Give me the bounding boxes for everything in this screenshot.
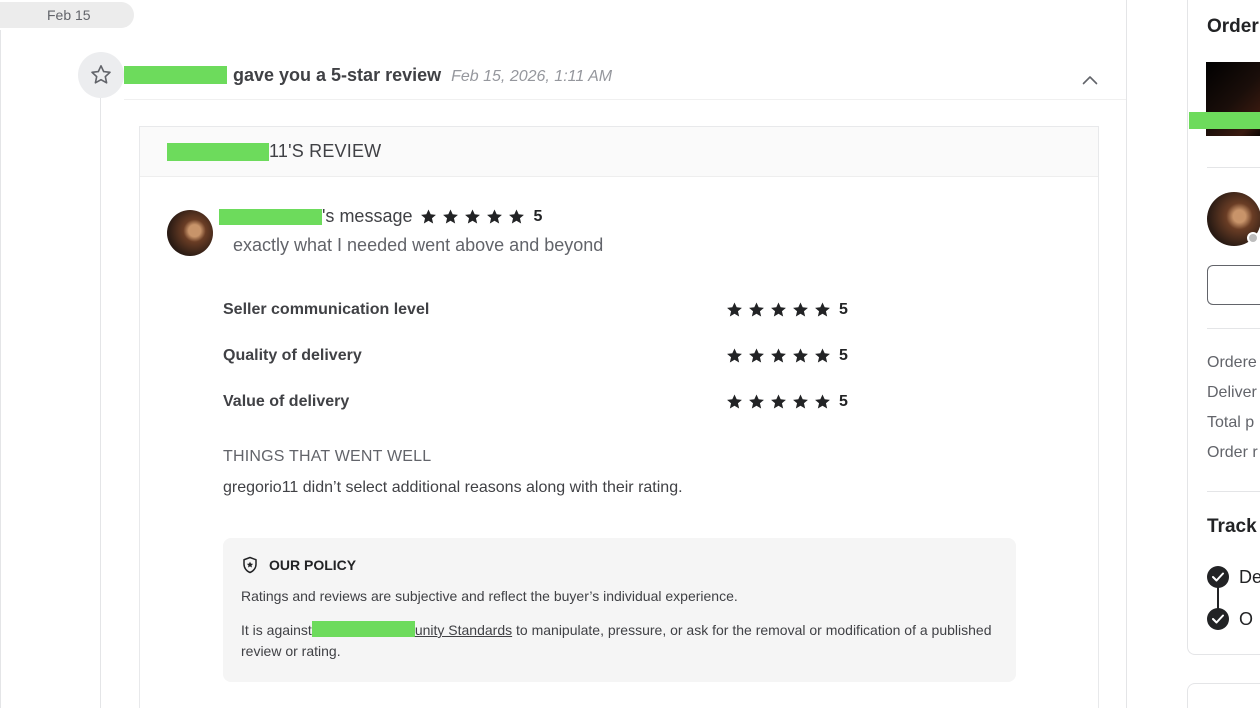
star-filled-icon [793, 394, 808, 409]
policy-title: OUR POLICY [269, 557, 357, 573]
star-filled-icon [465, 209, 481, 223]
review-message: exactly what I needed went above and bey… [233, 235, 604, 255]
star-filled-icon [727, 348, 742, 363]
redacted-text [311, 621, 415, 637]
rating-row-communication: Seller communication level 5 [223, 298, 863, 322]
chevron-up-icon[interactable] [1080, 70, 1100, 90]
redacted-username [167, 142, 269, 161]
rating-score: 5 [839, 393, 848, 410]
star-filled-icon [793, 302, 808, 317]
star-filled-icon [815, 348, 830, 363]
event-title: gave you a 5-star review Feb 15, 2026, 1… [124, 63, 612, 86]
track-step-label: O [1239, 608, 1254, 629]
track-step-delivered: De [1207, 566, 1260, 588]
sidebar-divider [1207, 167, 1260, 168]
star-filled-icon [793, 348, 808, 363]
event-connector-line [100, 98, 101, 708]
redacted-text [1189, 112, 1260, 129]
order-field-ordered: Ordere [1207, 354, 1257, 371]
sidebar-card [1187, 683, 1260, 708]
order-field-number: Order r [1207, 444, 1258, 461]
check-circle-icon [1207, 566, 1229, 588]
rating-label: Value of delivery [223, 393, 350, 410]
check-circle-icon [1207, 608, 1229, 630]
rating-label: Seller communication level [223, 301, 430, 318]
message-label: 's message [322, 206, 413, 226]
policy-box: OUR POLICY Ratings and reviews are subje… [223, 538, 1016, 682]
order-title: Order [1207, 16, 1259, 37]
rating-row-value: Value of delivery 5 [223, 390, 863, 414]
shield-star-icon [243, 556, 257, 574]
star-filled-icon [749, 302, 764, 317]
went-well-title: THINGS THAT WENT WELL [223, 448, 432, 465]
rating-row-quality: Quality of delivery 5 [223, 344, 863, 368]
community-standards-link[interactable]: unity Standards [415, 622, 512, 638]
event-timestamp: Feb 15, 2026, 1:11 AM [451, 68, 613, 85]
star-filled-icon [509, 209, 525, 223]
status-dot [1247, 232, 1259, 244]
star-filled-icon [815, 302, 830, 317]
star-filled-icon [815, 394, 830, 409]
star-filled-icon [749, 394, 764, 409]
event-divider [124, 99, 1126, 100]
date-pill: Feb 15 [0, 2, 134, 28]
sidebar-divider [1207, 328, 1260, 329]
rating-label: Quality of delivery [223, 347, 362, 364]
track-title: Track [1207, 516, 1257, 537]
star-filled-icon [421, 209, 437, 223]
star-filled-icon [771, 302, 786, 317]
rating-score: 5 [839, 347, 848, 364]
star-filled-icon [771, 348, 786, 363]
buyer-message-header: 's message 5 [219, 206, 542, 227]
review-notification-page: Feb 15 gave you a 5-star review Feb 15, … [0, 0, 1260, 708]
policy-line-1: Ratings and reviews are subjective and r… [241, 588, 738, 604]
overall-score: 5 [533, 207, 543, 225]
order-field-total: Total p [1207, 414, 1255, 431]
redacted-username [219, 208, 322, 225]
policy-line-2-prefix: It is against [241, 622, 312, 638]
went-well-body: gregorio11 didn’t select additional reas… [223, 479, 683, 496]
order-field-delivery: Deliver [1207, 384, 1257, 401]
redacted-username [124, 66, 227, 84]
buyer-avatar[interactable] [167, 210, 213, 256]
track-step-order: O [1207, 608, 1253, 630]
panel-divider [1126, 0, 1127, 708]
rating-stars: 5 [725, 347, 848, 365]
review-card-title: 11'S REVIEW [269, 141, 382, 161]
star-filled-icon [771, 394, 786, 409]
track-step-label: De [1239, 566, 1260, 587]
policy-header: OUR POLICY [241, 556, 998, 574]
overall-stars: 5 [419, 208, 542, 226]
timeline-rule [0, 30, 1, 708]
rating-stars: 5 [725, 301, 848, 319]
star-filled-icon [727, 394, 742, 409]
rating-score: 5 [839, 301, 848, 318]
star-filled-icon [487, 209, 503, 223]
star-filled-icon [749, 348, 764, 363]
review-card: 11'S REVIEW 's message 5 exactly what I … [139, 126, 1099, 708]
star-outline-icon [78, 52, 124, 98]
review-card-header: 11'S REVIEW [140, 127, 1098, 177]
sidebar-button[interactable] [1207, 265, 1260, 305]
event-title-text: gave you a 5-star review [233, 65, 442, 85]
track-connector [1217, 586, 1219, 610]
policy-line-2: It is against unity Standards to manipula… [241, 620, 998, 662]
star-filled-icon [443, 209, 459, 223]
rating-stars: 5 [725, 393, 848, 411]
sidebar-divider [1207, 491, 1260, 492]
star-filled-icon [727, 302, 742, 317]
